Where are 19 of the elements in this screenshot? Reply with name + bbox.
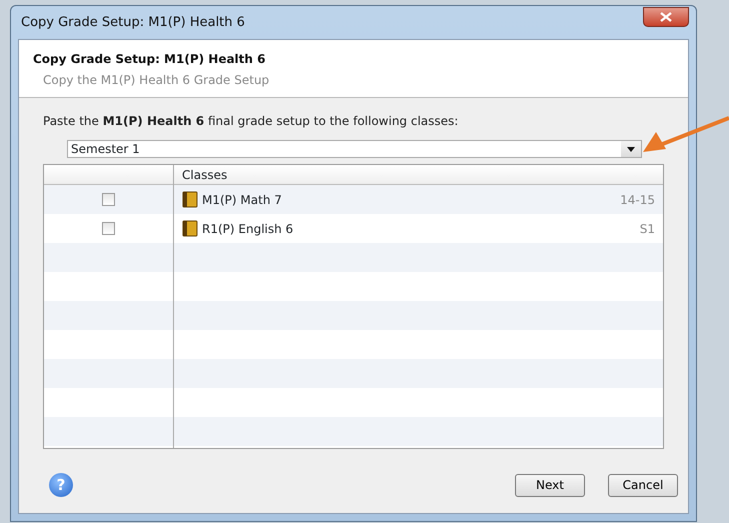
next-button[interactable]: Next bbox=[515, 474, 585, 496]
column-header: Classes bbox=[182, 166, 228, 184]
header-subtitle: Copy the M1(P) Health 6 Grade Setup bbox=[42, 72, 270, 89]
row-checkbox[interactable] bbox=[102, 222, 115, 235]
header-title: Copy Grade Setup: M1(P) Health 6 bbox=[33, 51, 266, 68]
class-name: R1(P) English 6 bbox=[202, 220, 294, 238]
caret-icon bbox=[627, 146, 635, 152]
window-title: Copy Grade Setup: M1(P) Health 6 bbox=[21, 14, 245, 32]
term-label: S1 bbox=[640, 220, 655, 238]
book-icon bbox=[182, 191, 198, 208]
cancel-button[interactable]: Cancel bbox=[608, 474, 678, 496]
row-checkbox[interactable] bbox=[102, 193, 115, 206]
close-button[interactable] bbox=[643, 6, 689, 26]
close-icon bbox=[660, 12, 672, 22]
class-name: M1(P) Math 7 bbox=[202, 192, 282, 208]
instruction-text: Paste the M1(P) Health 6 final grade setup to the following classes: bbox=[43, 113, 460, 130]
book-icon bbox=[182, 220, 198, 237]
term-label: 14-15 bbox=[620, 192, 655, 208]
term-dropdown[interactable]: Semester 1 bbox=[67, 140, 642, 158]
